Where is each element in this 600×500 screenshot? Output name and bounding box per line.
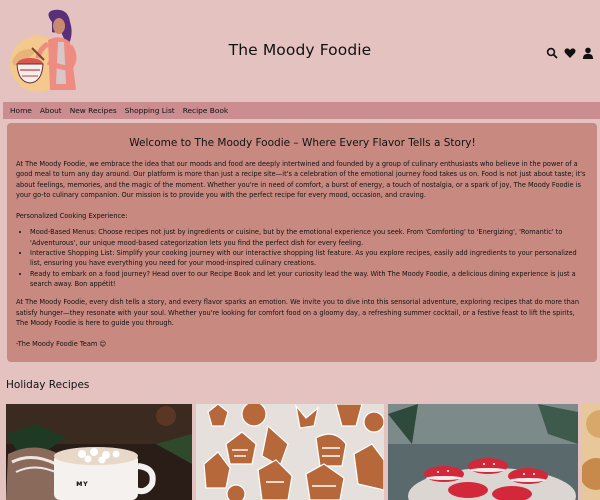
nav-home[interactable]: Home bbox=[10, 106, 32, 115]
feature-recipe-book: Ready to embark on a food journey? Head … bbox=[30, 269, 589, 290]
welcome-panel: Welcome to The Moody Foodie – Where Ever… bbox=[7, 123, 597, 362]
feature-mood-menus: Mood-Based Menus: Choose recipes not jus… bbox=[30, 227, 589, 248]
feature-list: Mood-Based Menus: Choose recipes not jus… bbox=[16, 227, 589, 289]
header-icon-bar bbox=[546, 44, 594, 59]
hot-cocoa-image[interactable]: ᴍʏ bbox=[6, 404, 192, 500]
main-nav: Home About New Recipes Shopping List Rec… bbox=[3, 102, 600, 119]
welcome-closing: At The Moody Foodie, every dish tells a … bbox=[16, 298, 580, 327]
site-title[interactable]: The Moody Foodie bbox=[0, 41, 600, 59]
nav-shopping-list[interactable]: Shopping List bbox=[125, 106, 175, 115]
site-header: The Moody Foodie bbox=[0, 0, 600, 101]
svg-text:ᴍʏ: ᴍʏ bbox=[76, 479, 89, 488]
welcome-signature: -The Moody Foodie Team 😊 bbox=[16, 340, 107, 349]
nav-about[interactable]: About bbox=[40, 106, 62, 115]
holiday-recipes-title: Holiday Recipes bbox=[6, 379, 90, 391]
nav-recipe-book[interactable]: Recipe Book bbox=[183, 106, 228, 115]
nav-new-recipes[interactable]: New Recipes bbox=[70, 106, 117, 115]
holiday-recipe-cards: ᴍʏ bbox=[6, 404, 600, 500]
welcome-heading: Welcome to The Moody Foodie – Where Ever… bbox=[129, 137, 476, 149]
heart-icon[interactable] bbox=[564, 44, 576, 58]
welcome-intro: At The Moody Foodie, we embrace the idea… bbox=[16, 160, 586, 199]
feature-shopping-list: Interactive Shopping List: Simplify your… bbox=[30, 248, 589, 269]
gingerbread-cookies-image[interactable] bbox=[196, 404, 384, 500]
personalized-subheading: Personalized Cooking Experience: bbox=[16, 212, 128, 221]
red-macarons-image[interactable] bbox=[388, 404, 578, 500]
partial-recipe-image[interactable] bbox=[582, 404, 600, 500]
user-icon[interactable] bbox=[582, 44, 594, 59]
search-icon[interactable] bbox=[546, 44, 558, 59]
